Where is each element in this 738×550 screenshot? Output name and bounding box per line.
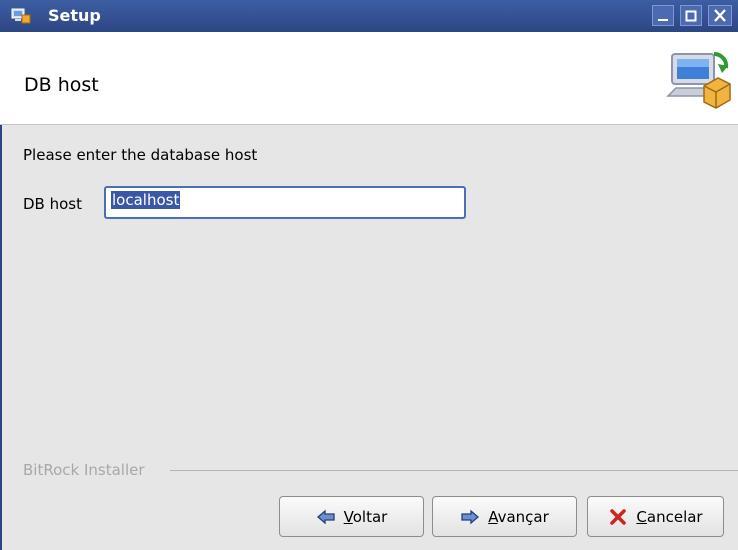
- app-icon: [11, 7, 31, 25]
- minimize-button[interactable]: [652, 5, 674, 26]
- arrow-right-icon: [460, 509, 480, 525]
- next-button[interactable]: Avançar: [432, 496, 577, 537]
- window-title: Setup: [48, 6, 101, 25]
- next-button-label: Avançar: [488, 507, 549, 526]
- setup-window: Setup DB host Please enter the database …: [0, 0, 738, 550]
- installer-divider: [170, 470, 738, 471]
- db-host-input[interactable]: localhost: [104, 186, 466, 219]
- arrow-left-icon: [316, 509, 336, 525]
- maximize-icon: [685, 10, 697, 22]
- db-host-value[interactable]: localhost: [111, 191, 181, 209]
- close-window-button[interactable]: [708, 5, 732, 26]
- header-banner: DB host: [0, 32, 738, 125]
- cancel-button-label: Cancelar: [636, 507, 703, 526]
- maximize-button[interactable]: [680, 5, 702, 26]
- back-button[interactable]: Voltar: [279, 496, 424, 537]
- title-bar[interactable]: Setup: [0, 0, 738, 32]
- page-title: DB host: [24, 74, 99, 96]
- cancel-button[interactable]: Cancelar: [587, 496, 724, 537]
- close-icon: [608, 508, 628, 525]
- back-button-label: Voltar: [343, 507, 388, 526]
- minimize-icon: [658, 19, 668, 21]
- instruction-text: Please enter the database host: [23, 146, 258, 164]
- db-host-label: DB host: [23, 195, 82, 213]
- close-icon: [714, 9, 726, 22]
- installer-brand: BitRock Installer: [23, 461, 151, 479]
- computer-package-icon: [666, 46, 732, 120]
